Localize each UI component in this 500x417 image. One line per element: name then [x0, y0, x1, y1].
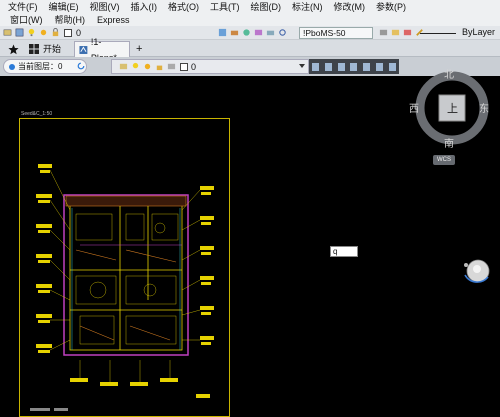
menu-help[interactable]: 帮助(H): [49, 13, 92, 26]
star-menu-button[interactable]: [8, 41, 19, 57]
match-properties-icon[interactable]: [230, 28, 239, 37]
lock-icon[interactable]: [51, 28, 60, 37]
layer-value[interactable]: 0: [76, 28, 81, 38]
layer-control-value: 0: [191, 61, 197, 72]
navigation-wheel-icon[interactable]: [462, 255, 492, 285]
linetype-icon[interactable]: [379, 28, 388, 37]
menu-bar: 文件(F) 编辑(E) 视图(V) 插入(I) 格式(O) 工具(T) 绘图(D…: [0, 0, 500, 26]
viewcube-south-label[interactable]: 南: [444, 135, 454, 150]
layer-control[interactable]: 0: [111, 59, 309, 74]
lineweight-sample: [420, 33, 456, 34]
tab-start[interactable]: 开始: [29, 41, 61, 57]
layer-lock-icon[interactable]: [155, 62, 164, 71]
layer-tools: [309, 59, 399, 74]
menu-row-1: 文件(F) 编辑(E) 视图(V) 插入(I) 格式(O) 工具(T) 绘图(D…: [4, 0, 413, 13]
current-layer-box[interactable]: 当前图层：0: [3, 59, 87, 74]
floor-plan-drawing: [30, 164, 214, 411]
menu-view[interactable]: 视图(V): [86, 0, 127, 13]
linetype-dropdown[interactable]: !PboMS-50: [299, 27, 373, 39]
dwg-icon: [79, 45, 88, 54]
print-icon[interactable]: [266, 28, 275, 37]
viewcube-top-face[interactable]: 上: [447, 100, 458, 116]
layer-dot-icon: [9, 63, 15, 70]
new-tab-label: +: [136, 43, 143, 55]
sun-icon[interactable]: [39, 28, 48, 37]
color-picker-icon[interactable]: [218, 28, 227, 37]
layer-tool-6-icon[interactable]: [376, 62, 384, 71]
zoom-icon[interactable]: [278, 28, 287, 37]
menu-express[interactable]: Express: [91, 15, 136, 25]
layer-swatch[interactable]: [180, 62, 188, 71]
layer-tool-5-icon[interactable]: [363, 62, 371, 71]
menu-window[interactable]: 窗口(W): [4, 13, 49, 26]
layer-tool-2-icon[interactable]: [324, 62, 332, 71]
layer-tool-4-icon[interactable]: [350, 62, 358, 71]
layer-state-icon[interactable]: [15, 28, 24, 37]
properties-toolbar: 0 !PboMS-50 ByLayer: [0, 26, 500, 40]
viewcube-west-label[interactable]: 西: [409, 100, 419, 115]
current-layer-label: 当前图层：0: [18, 62, 63, 71]
star-icon: [8, 44, 19, 54]
layer-tool-7-icon[interactable]: [388, 62, 396, 71]
menu-insert[interactable]: 插入(I): [127, 0, 165, 13]
layer-sun-icon[interactable]: [143, 62, 152, 71]
menu-dimension[interactable]: 标注(N): [288, 0, 330, 13]
tab-drawing[interactable]: !1-Plans*: [74, 37, 130, 63]
menu-format[interactable]: 格式(O): [164, 0, 206, 13]
wcs-badge[interactable]: WCS: [433, 155, 455, 165]
menu-draw[interactable]: 绘图(D): [247, 0, 289, 13]
frame-title: Seed&C_1:50: [21, 111, 53, 117]
menu-modify[interactable]: 修改(M): [330, 0, 373, 13]
new-tab-button[interactable]: +: [136, 41, 142, 57]
layer-manager-icon[interactable]: [3, 28, 12, 37]
lineweight-icon[interactable]: [391, 28, 400, 37]
bulb-icon[interactable]: [27, 28, 36, 37]
viewcube-north-label[interactable]: 北: [444, 66, 454, 81]
undo-icon[interactable]: [254, 28, 263, 37]
menu-edit[interactable]: 编辑(E): [45, 0, 86, 13]
windows-icon: [29, 44, 39, 54]
layer-tool-3-icon[interactable]: [337, 62, 345, 71]
refresh-icon[interactable]: [77, 62, 85, 70]
tab-bar: 开始 !1-Plans* +: [0, 37, 500, 63]
menu-parameter[interactable]: 参数(P): [372, 0, 413, 13]
chevron-down-icon[interactable]: [299, 64, 305, 68]
viewcube-east-label[interactable]: 东: [479, 100, 489, 115]
command-input[interactable]: q: [330, 246, 358, 257]
paint-icon[interactable]: [242, 28, 251, 37]
transparency-icon[interactable]: [403, 28, 412, 37]
layer-tool-1-icon[interactable]: [311, 62, 319, 71]
lineweight-value[interactable]: ByLayer: [462, 27, 495, 37]
menu-file[interactable]: 文件(F): [4, 0, 45, 13]
layer-props-icon[interactable]: [119, 62, 128, 71]
layer-plot-icon[interactable]: [167, 62, 176, 71]
menu-tools[interactable]: 工具(T): [206, 0, 247, 13]
menu-row-2: 窗口(W) 帮助(H) Express: [4, 13, 136, 26]
linetype-value: !PboMS-50: [303, 28, 346, 38]
layer-color-swatch[interactable]: [64, 28, 72, 37]
tab-start-label: 开始: [43, 44, 62, 54]
layer-bulb-icon[interactable]: [131, 62, 140, 71]
